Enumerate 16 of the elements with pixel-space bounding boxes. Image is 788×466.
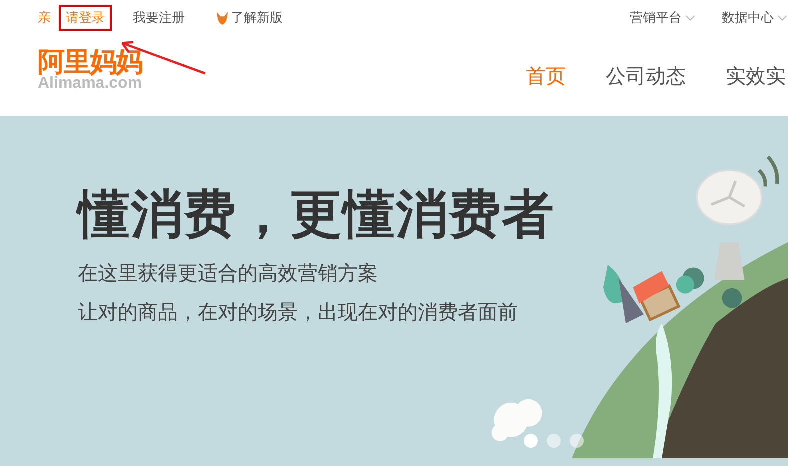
dropdown-menu[interactable]: 数据中心	[722, 9, 788, 27]
register-link[interactable]: 我要注册	[126, 5, 192, 31]
carousel-dot[interactable]	[547, 434, 561, 448]
carousel-dot[interactable]	[570, 434, 584, 448]
dropdown-menu[interactable]: 营销平台	[630, 9, 696, 27]
nav-tab[interactable]: 公司动态	[606, 62, 686, 90]
chevron-icon	[685, 14, 696, 22]
greeting-text: 亲	[38, 10, 51, 27]
hero-subtitle: 在这里获得更适合的高效营销方案	[78, 260, 379, 286]
chevron-icon	[777, 14, 788, 22]
fox-icon	[216, 10, 229, 26]
carousel-dot[interactable]	[524, 434, 538, 448]
nav-tab[interactable]: 实效实	[726, 62, 786, 90]
new-version-link[interactable]: 了解新版	[231, 9, 283, 27]
hero-subtitle: 让对的商品，在对的场景，出现在对的消费者面前	[78, 298, 519, 325]
hero-title: 懂消费，更懂消费者	[78, 186, 556, 246]
